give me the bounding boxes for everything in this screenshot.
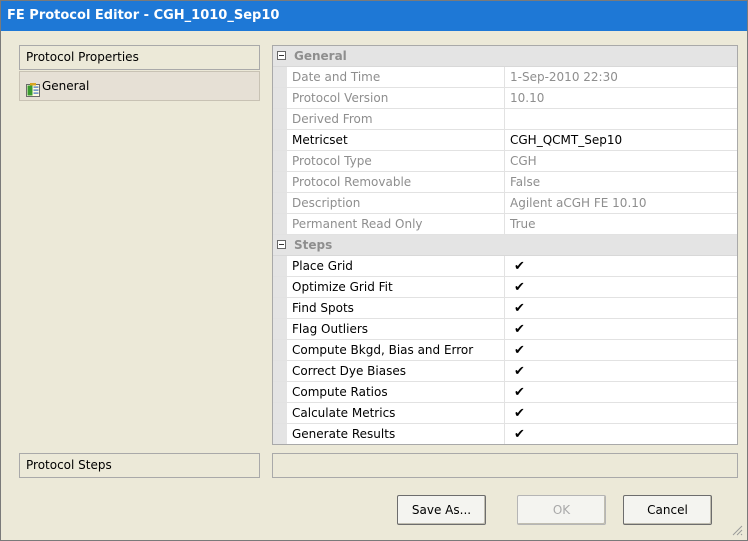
category-general-title: General xyxy=(294,49,347,63)
checkmark-icon[interactable]: ✔ xyxy=(510,362,525,381)
checkmark-icon[interactable]: ✔ xyxy=(510,404,525,423)
nav-item-general-label: General xyxy=(42,79,90,93)
step-name: Calculate Metrics xyxy=(287,403,505,423)
step-row[interactable]: Flag Outliers ✔ xyxy=(273,319,737,340)
property-value xyxy=(505,109,737,129)
checkmark-icon[interactable]: ✔ xyxy=(510,278,525,297)
property-value: False xyxy=(510,175,541,189)
step-row[interactable]: Correct Dye Biases ✔ xyxy=(273,361,737,382)
step-name: Compute Ratios xyxy=(287,382,505,402)
collapse-toggle-icon[interactable] xyxy=(277,240,286,249)
properties-icon xyxy=(26,79,40,97)
property-row-derived-from[interactable]: Derived From xyxy=(273,109,737,130)
step-name: Correct Dye Biases xyxy=(287,361,505,381)
category-general[interactable]: General xyxy=(273,46,737,67)
step-row[interactable]: Find Spots ✔ xyxy=(273,298,737,319)
property-name: Protocol Version xyxy=(287,88,505,108)
step-name: Generate Results xyxy=(287,424,505,444)
property-row-metricset[interactable]: Metricset CGH_QCMT_Sep10 xyxy=(273,130,737,151)
property-row-protocol-removable[interactable]: Protocol Removable False xyxy=(273,172,737,193)
property-value: True xyxy=(510,217,536,231)
property-row-permanent-read-only[interactable]: Permanent Read Only True xyxy=(273,214,737,235)
collapse-toggle-icon[interactable] xyxy=(277,51,286,60)
checkmark-icon[interactable]: ✔ xyxy=(510,257,525,276)
property-row-protocol-type[interactable]: Protocol Type CGH xyxy=(273,151,737,172)
property-row-protocol-version[interactable]: Protocol Version 10.10 xyxy=(273,88,737,109)
step-row[interactable]: Compute Bkgd, Bias and Error ✔ xyxy=(273,340,737,361)
property-row-description[interactable]: Description Agilent aCGH FE 10.10 xyxy=(273,193,737,214)
checkmark-icon[interactable]: ✔ xyxy=(510,299,525,318)
property-value: 1-Sep-2010 22:30 xyxy=(510,70,618,84)
step-row[interactable]: Optimize Grid Fit ✔ xyxy=(273,277,737,298)
step-name: Optimize Grid Fit xyxy=(287,277,505,297)
checkmark-icon[interactable]: ✔ xyxy=(510,320,525,339)
property-value: 10.10 xyxy=(510,91,545,105)
step-row[interactable]: Calculate Metrics ✔ xyxy=(273,403,737,424)
step-name: Find Spots xyxy=(287,298,505,318)
left-pane: Protocol Properties General xyxy=(19,45,260,445)
property-name: Date and Time xyxy=(287,67,505,87)
step-name: Place Grid xyxy=(287,256,505,276)
step-name: Compute Bkgd, Bias and Error xyxy=(287,340,505,360)
property-row-date-time[interactable]: Date and Time 1-Sep-2010 22:30 xyxy=(273,67,737,88)
window-title: FE Protocol Editor - CGH_1010_Sep10 xyxy=(1,1,747,31)
property-name: Metricset xyxy=(287,130,505,150)
category-steps[interactable]: Steps xyxy=(273,235,737,256)
property-name: Protocol Removable xyxy=(287,172,505,192)
step-row[interactable]: Generate Results ✔ xyxy=(273,424,737,444)
checkmark-icon[interactable]: ✔ xyxy=(510,383,525,402)
property-value: Agilent aCGH FE 10.10 xyxy=(510,196,647,210)
step-row[interactable]: Place Grid ✔ xyxy=(273,256,737,277)
protocol-steps-header[interactable]: Protocol Steps xyxy=(19,453,260,478)
property-grid: General Date and Time 1-Sep-2010 22:30 Pr… xyxy=(272,45,738,445)
checkmark-icon[interactable]: ✔ xyxy=(510,341,525,360)
cancel-button[interactable]: Cancel xyxy=(623,495,712,525)
step-name: Flag Outliers xyxy=(287,319,505,339)
property-name: Permanent Read Only xyxy=(287,214,505,234)
nav-item-general[interactable]: General xyxy=(19,71,260,101)
save-as-button[interactable]: Save As... xyxy=(397,495,486,525)
protocol-editor-window: FE Protocol Editor - CGH_1010_Sep10 Prot… xyxy=(0,0,748,541)
step-row[interactable]: Compute Ratios ✔ xyxy=(273,382,737,403)
property-value: CGH xyxy=(510,154,537,168)
property-name: Protocol Type xyxy=(287,151,505,171)
ok-button[interactable]: OK xyxy=(517,495,606,525)
protocol-properties-header[interactable]: Protocol Properties xyxy=(19,45,260,70)
protocol-steps-panel xyxy=(272,453,738,478)
property-name: Description xyxy=(287,193,505,213)
checkmark-icon[interactable]: ✔ xyxy=(510,425,525,444)
resize-grip-icon[interactable] xyxy=(731,524,743,536)
property-name: Derived From xyxy=(287,109,505,129)
metricset-value[interactable]: CGH_QCMT_Sep10 xyxy=(505,130,737,150)
category-steps-title: Steps xyxy=(294,238,333,252)
